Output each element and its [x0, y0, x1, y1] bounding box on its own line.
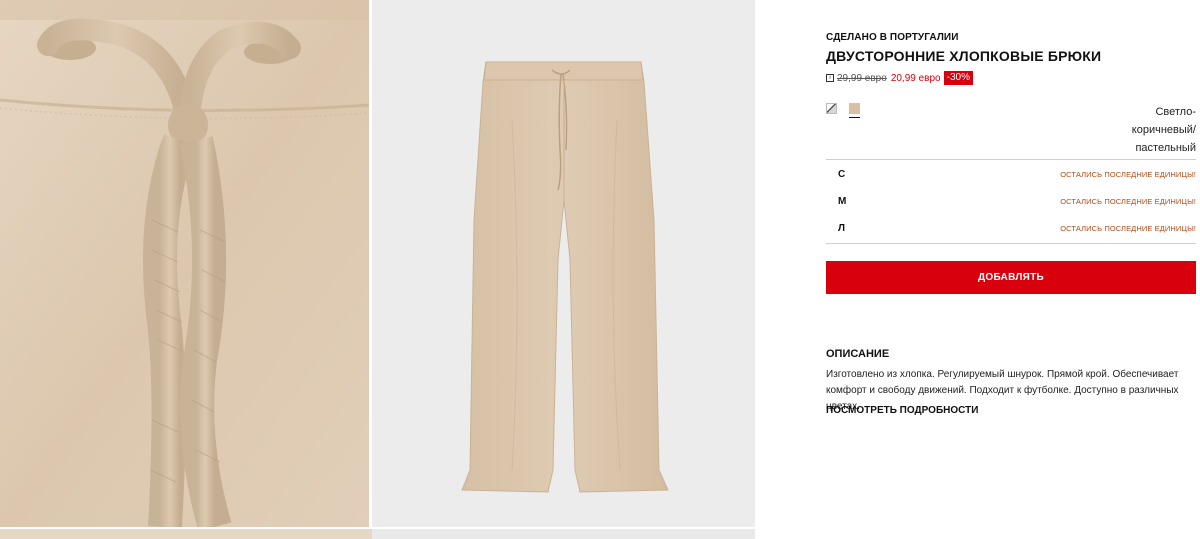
stock-status: ОСТАЛИСЬ ПОСЛЕДНИЕ ЕДИНИЦЫ! [1060, 224, 1196, 233]
size-option-m[interactable]: М ОСТАЛИСЬ ПОСЛЕДНИЕ ЕДИНИЦЫ! [826, 188, 1196, 215]
description-heading: ОПИСАНИЕ [826, 348, 890, 360]
product-gallery [0, 0, 755, 539]
product-detail-photo[interactable] [0, 0, 369, 527]
price-row: i 29,99 евро 20,99 евро -30% [826, 71, 973, 85]
size-option-l[interactable]: Л ОСТАЛИСЬ ПОСЛЕДНИЕ ЕДИНИЦЫ! [826, 215, 1196, 242]
size-label: Л [838, 223, 846, 234]
next-photo-preview-right[interactable] [372, 529, 755, 539]
product-title: ДВУСТОРОННИЕ ХЛОПКОВЫЕ БРЮКИ [826, 48, 1102, 64]
trousers-front-image [372, 0, 755, 527]
size-label: М [838, 196, 847, 207]
next-photo-preview[interactable] [0, 529, 755, 539]
discount-badge: -30% [943, 71, 973, 85]
product-full-photo[interactable] [372, 0, 755, 527]
view-details-link[interactable]: ПОСМОТРЕТЬ ПОДРОБНОСТИ [826, 405, 978, 416]
add-to-cart-button[interactable]: ДОБАВЛЯТЬ [826, 261, 1196, 294]
waistband-closeup-image [0, 0, 369, 527]
origin-label: СДЕЛАНО В ПОРТУГАЛИИ [826, 32, 959, 43]
size-selector: С ОСТАЛИСЬ ПОСЛЕДНИЕ ЕДИНИЦЫ! М ОСТАЛИСЬ… [826, 159, 1196, 244]
stock-status: ОСТАЛИСЬ ПОСЛЕДНИЕ ЕДИНИЦЫ! [1060, 170, 1196, 179]
sale-price: 20,99 евро [890, 72, 941, 84]
product-info-panel: СДЕЛАНО В ПОРТУГАЛИИ ДВУСТОРОННИЕ ХЛОПКО… [826, 0, 1196, 539]
stock-status: ОСТАЛИСЬ ПОСЛЕДНИЕ ЕДИНИЦЫ! [1060, 197, 1196, 206]
color-swatches [826, 103, 860, 118]
old-price: 29,99 евро [837, 72, 887, 84]
color-swatch-light-brown[interactable] [849, 103, 860, 118]
color-swatch-pattern[interactable] [826, 103, 837, 114]
info-icon[interactable]: i [826, 74, 834, 82]
size-option-s[interactable]: С ОСТАЛИСЬ ПОСЛЕДНИЕ ЕДИНИЦЫ! [826, 161, 1196, 188]
size-label: С [838, 169, 846, 180]
selected-color-name: Светло-коричневый/пастельный [1131, 106, 1196, 154]
